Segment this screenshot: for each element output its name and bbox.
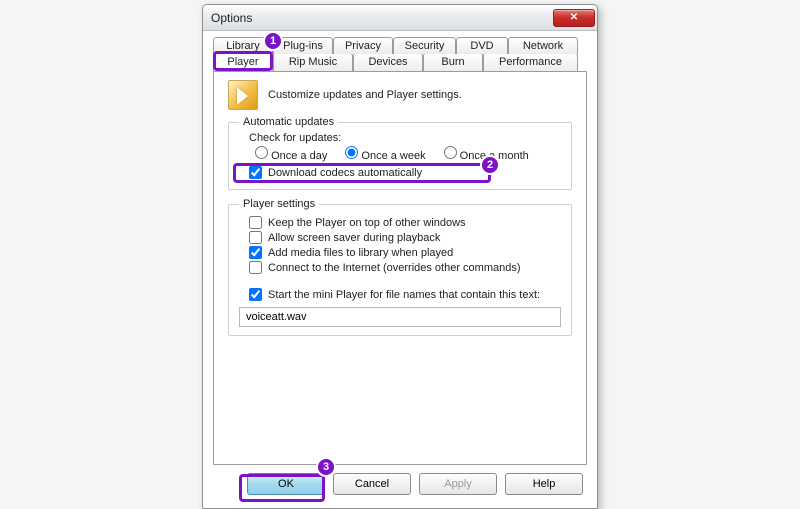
close-icon: ✕	[570, 12, 578, 23]
tab-dvd[interactable]: DVD	[456, 37, 508, 54]
group-player-settings: Player settings Keep the Player on top o…	[228, 198, 572, 336]
checkbox-mini-player-input[interactable]	[249, 288, 262, 301]
cancel-button[interactable]: Cancel	[333, 473, 411, 495]
titlebar[interactable]: Options ✕	[203, 5, 597, 31]
tab-library[interactable]: Library	[213, 37, 273, 54]
radio-once-a-day[interactable]: Once a day	[255, 146, 327, 162]
tab-performance[interactable]: Performance	[483, 53, 578, 71]
options-dialog: Options ✕ Library Plug-ins Privacy Secur…	[202, 4, 598, 509]
checkbox-label: Download codecs automatically	[268, 167, 422, 179]
checkbox-add-to-library[interactable]: Add media files to library when played	[249, 246, 561, 259]
checkbox-label: Start the mini Player for file names tha…	[268, 289, 540, 301]
radio-label: Once a day	[271, 150, 327, 162]
tab-security[interactable]: Security	[393, 37, 456, 54]
window-title: Options	[211, 11, 553, 25]
group-legend-updates: Automatic updates	[239, 116, 338, 128]
checkbox-keep-on-top-input[interactable]	[249, 216, 262, 229]
mini-player-text-field[interactable]	[239, 307, 561, 327]
radio-label: Once a month	[460, 150, 529, 162]
check-for-updates-label: Check for updates:	[249, 132, 561, 144]
tab-burn[interactable]: Burn	[423, 53, 483, 71]
checkbox-screensaver[interactable]: Allow screen saver during playback	[249, 231, 561, 244]
radio-label: Once a week	[361, 150, 425, 162]
checkbox-connect-internet[interactable]: Connect to the Internet (overrides other…	[249, 261, 561, 274]
checkbox-screensaver-input[interactable]	[249, 231, 262, 244]
radio-once-a-month-input[interactable]	[444, 146, 457, 159]
tab-network[interactable]: Network	[508, 37, 578, 54]
radio-once-a-month[interactable]: Once a month	[444, 146, 529, 162]
checkbox-mini-player[interactable]: Start the mini Player for file names tha…	[249, 288, 561, 301]
wmp-icon	[228, 80, 258, 110]
tab-player[interactable]: Player	[213, 53, 273, 71]
tab-plugins[interactable]: Plug-ins	[273, 37, 333, 54]
group-automatic-updates: Automatic updates Check for updates: Onc…	[228, 116, 572, 190]
apply-button[interactable]: Apply	[419, 473, 497, 495]
tab-rip-music[interactable]: Rip Music	[273, 53, 353, 71]
checkbox-download-codecs-input[interactable]	[249, 166, 262, 179]
radio-once-a-day-input[interactable]	[255, 146, 268, 159]
ok-button[interactable]: OK	[247, 473, 325, 495]
checkbox-keep-on-top[interactable]: Keep the Player on top of other windows	[249, 216, 561, 229]
dialog-buttons: OK Cancel Apply Help	[213, 465, 587, 499]
checkbox-add-to-library-input[interactable]	[249, 246, 262, 259]
radio-once-a-week[interactable]: Once a week	[345, 146, 425, 162]
checkbox-download-codecs[interactable]: Download codecs automatically	[249, 166, 561, 179]
help-button[interactable]: Help	[505, 473, 583, 495]
checkbox-label: Connect to the Internet (overrides other…	[268, 262, 521, 274]
radio-once-a-week-input[interactable]	[345, 146, 358, 159]
tab-page-player: Customize updates and Player settings. A…	[213, 71, 587, 465]
tabs: Library Plug-ins Privacy Security DVD Ne…	[213, 37, 587, 465]
checkbox-label: Keep the Player on top of other windows	[268, 217, 466, 229]
checkbox-label: Add media files to library when played	[268, 247, 453, 259]
group-legend-player: Player settings	[239, 198, 319, 210]
tab-privacy[interactable]: Privacy	[333, 37, 393, 54]
checkbox-label: Allow screen saver during playback	[268, 232, 440, 244]
checkbox-connect-internet-input[interactable]	[249, 261, 262, 274]
tab-devices[interactable]: Devices	[353, 53, 423, 71]
close-button[interactable]: ✕	[553, 9, 595, 27]
intro-text: Customize updates and Player settings.	[268, 89, 462, 101]
